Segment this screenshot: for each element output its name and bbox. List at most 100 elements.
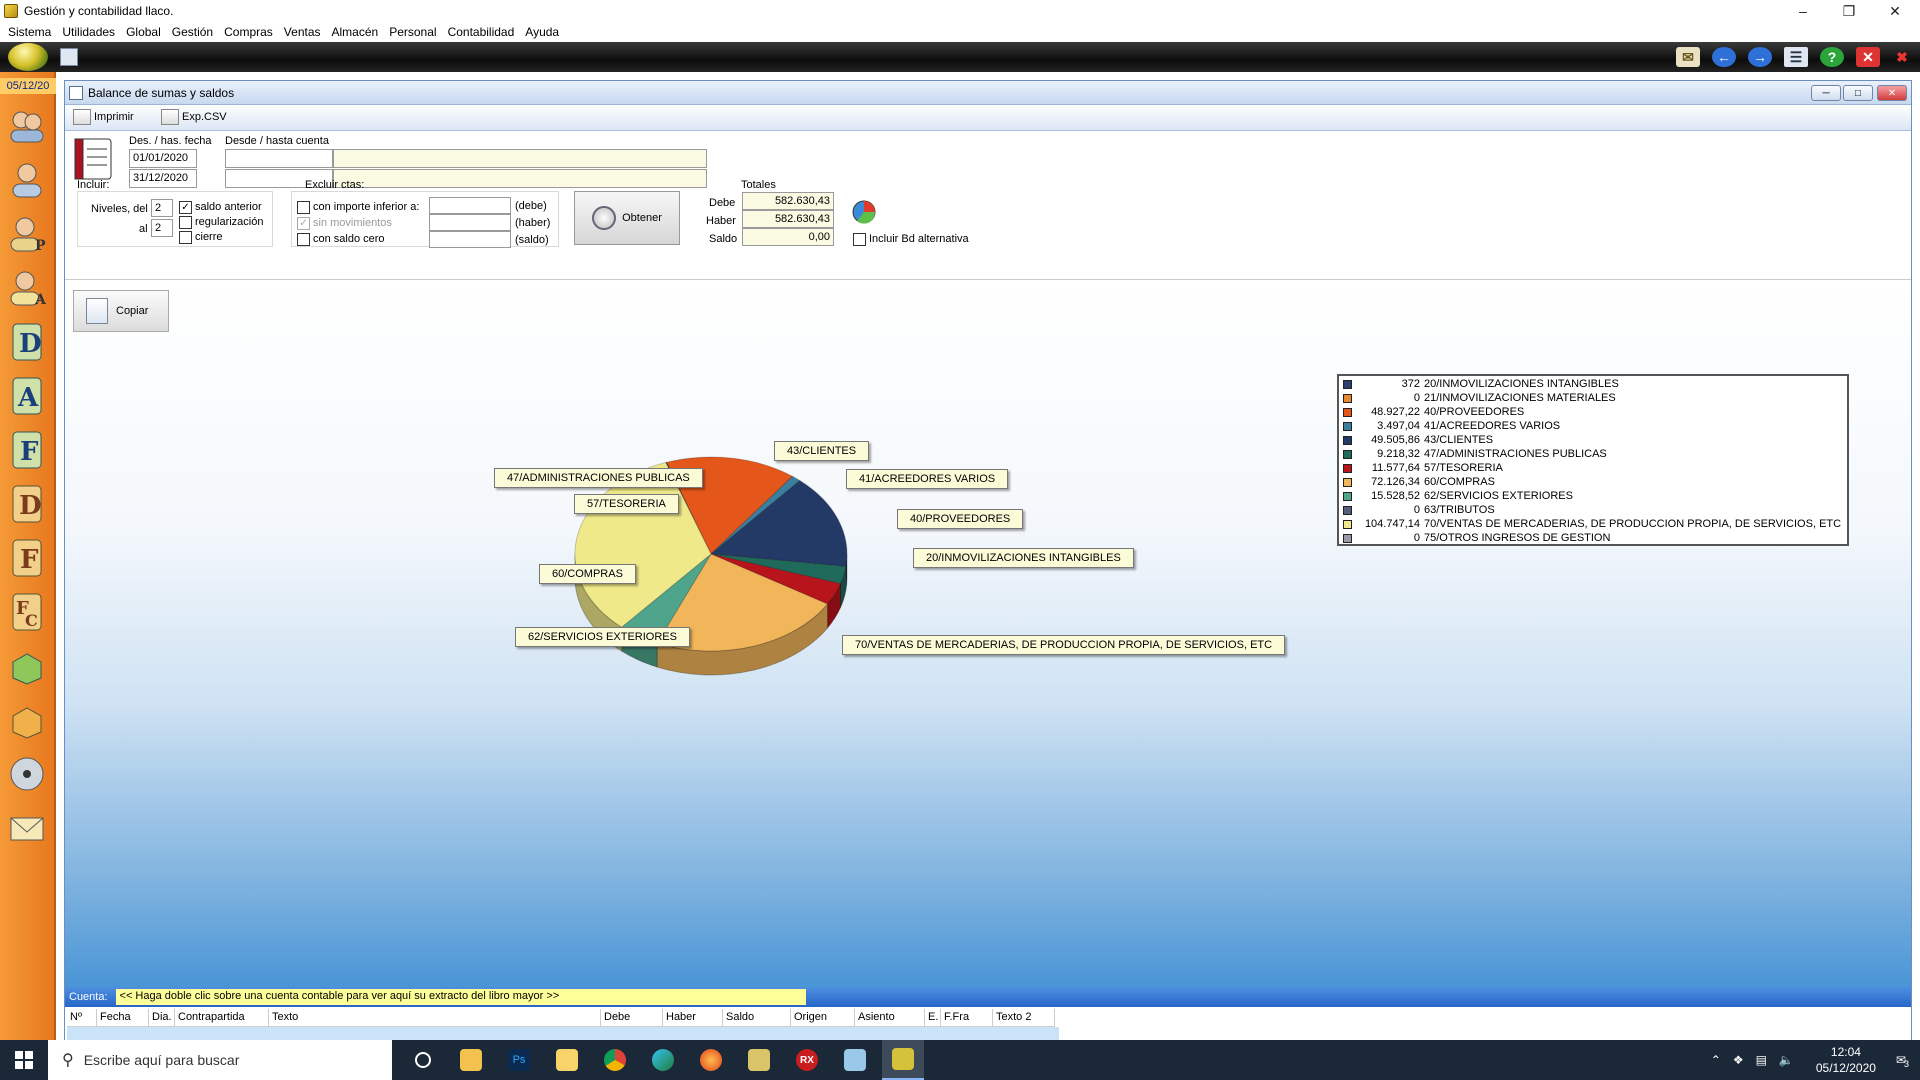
niveles-to-input[interactable]: 2 [151, 219, 173, 237]
letter-f-orange-icon[interactable]: F [6, 536, 48, 580]
disc-icon[interactable] [6, 752, 48, 796]
col-saldo[interactable]: Saldo [723, 1009, 791, 1027]
con-saldo-cero-checkbox[interactable] [297, 233, 310, 246]
regularizacion-checkbox[interactable] [179, 216, 192, 229]
export-label: Exp.CSV [182, 111, 227, 123]
rx-app-icon[interactable]: RX [786, 1040, 828, 1080]
pie-chart-icon[interactable] [851, 199, 877, 225]
dropbox-icon[interactable]: ❖ [1733, 1053, 1744, 1067]
niveles-from-input[interactable]: 2 [151, 199, 173, 217]
letter-f-icon[interactable]: F [6, 428, 48, 472]
menu-ayuda[interactable]: Ayuda [525, 25, 559, 39]
cierre-checkbox[interactable] [179, 231, 192, 244]
notifications-icon[interactable]: ✉ 3 [1896, 1053, 1909, 1069]
users-icon[interactable] [6, 104, 48, 148]
pie-label-5: 47/ADMINISTRACIONES PUBLICAS [494, 468, 703, 488]
folder-icon[interactable] [546, 1040, 588, 1080]
start-button[interactable] [0, 1040, 48, 1080]
incluir-bd-checkbox[interactable] [853, 233, 866, 246]
restore-button[interactable]: ❐ [1826, 0, 1872, 22]
col-origen[interactable]: Origen [791, 1009, 855, 1027]
tile-windows-icon[interactable]: ☰ [1784, 47, 1808, 67]
orange-box-icon[interactable] [6, 698, 48, 742]
tray-chevron-icon[interactable]: ⌃ [1711, 1053, 1721, 1067]
child-close-button[interactable]: ✕ [1877, 85, 1907, 101]
legend-label: 62/SERVICIOS EXTERIORES [1424, 490, 1573, 502]
legend-swatch [1343, 421, 1352, 431]
person-p-icon[interactable]: P [6, 212, 48, 256]
taskbar-search[interactable]: ⚲ Escribe aquí para buscar [48, 1040, 392, 1080]
chrome-icon[interactable] [594, 1040, 636, 1080]
file-explorer-icon[interactable] [450, 1040, 492, 1080]
menu-almacen[interactable]: Almacén [332, 25, 379, 39]
account-from-input[interactable] [225, 149, 333, 168]
col-numero[interactable]: Nº [67, 1009, 97, 1027]
letter-d-orange-icon[interactable]: D [6, 482, 48, 526]
clock[interactable]: 12:04 05/12/2020 [1816, 1044, 1876, 1076]
help-icon[interactable]: ? [1820, 47, 1844, 67]
mail-icon[interactable] [6, 806, 48, 850]
calculator-icon[interactable] [60, 48, 78, 66]
export-csv-button[interactable]: Exp.CSV [161, 109, 227, 125]
importe-saldo-input[interactable] [429, 231, 511, 248]
child-maximize-button[interactable]: □ [1843, 85, 1873, 101]
importe-haber-input[interactable] [429, 214, 511, 231]
col-texto[interactable]: Texto [269, 1009, 601, 1027]
network-icon[interactable]: ▤ [1756, 1053, 1767, 1067]
letter-d-icon[interactable]: D [6, 320, 48, 364]
legend-item: 3.497,04 41/ACREEDORES VARIOS [1343, 419, 1843, 433]
con-importe-checkbox[interactable] [297, 201, 310, 214]
cuenta-hint: << Haga doble clic sobre una cuenta cont… [115, 989, 806, 1005]
col-dia[interactable]: Dia. [149, 1009, 175, 1027]
col-debe[interactable]: Debe [601, 1009, 663, 1027]
minimize-button[interactable]: – [1780, 0, 1826, 22]
green-box-icon[interactable] [6, 644, 48, 688]
firefox-icon[interactable] [690, 1040, 732, 1080]
print-button[interactable]: Imprimir [73, 109, 134, 125]
gestion-app-icon[interactable] [882, 1040, 924, 1080]
person-icon[interactable] [6, 158, 48, 202]
col-texto2[interactable]: Texto 2 [993, 1009, 1055, 1027]
menu-global[interactable]: Global [126, 25, 161, 39]
menu-gestion[interactable]: Gestión [172, 25, 213, 39]
menu-utilidades[interactable]: Utilidades [62, 25, 115, 39]
task-view-icon[interactable] [402, 1040, 444, 1080]
close-window-icon[interactable]: ✕ [1856, 47, 1880, 67]
pie-label-7: 60/COMPRAS [539, 564, 636, 584]
app-pinned-icon[interactable] [738, 1040, 780, 1080]
notes-app-icon[interactable] [834, 1040, 876, 1080]
col-haber[interactable]: Haber [663, 1009, 723, 1027]
home-orb-icon[interactable] [8, 43, 48, 71]
menu-compras[interactable]: Compras [224, 25, 273, 39]
child-minimize-button[interactable]: ─ [1811, 85, 1841, 101]
edge-icon[interactable] [642, 1040, 684, 1080]
letter-a-icon[interactable]: A [6, 374, 48, 418]
back-arrow-icon[interactable]: ← [1712, 47, 1736, 67]
sin-movimientos-checkbox[interactable]: ✓ [297, 217, 310, 230]
date-to-input[interactable]: 31/12/2020 [129, 169, 197, 188]
debe-paren-label: (debe) [515, 200, 547, 212]
menu-personal[interactable]: Personal [389, 25, 436, 39]
close-button[interactable]: ✕ [1872, 0, 1918, 22]
col-contrapartida[interactable]: Contrapartida [175, 1009, 269, 1027]
menu-ventas[interactable]: Ventas [284, 25, 321, 39]
photoshop-icon[interactable]: Ps [498, 1040, 540, 1080]
forward-arrow-icon[interactable]: → [1748, 47, 1772, 67]
regularizacion-label: regularización [195, 216, 264, 228]
col-asiento[interactable]: Asiento [855, 1009, 925, 1027]
close-all-icon[interactable]: ✖ [1890, 47, 1914, 67]
menu-contabilidad[interactable]: Contabilidad [448, 25, 515, 39]
envelope-icon[interactable]: ✉ [1676, 47, 1700, 67]
legend-amount: 104.747,14 [1364, 518, 1420, 530]
letters-fc-icon[interactable]: FC [6, 590, 48, 634]
col-e[interactable]: E. [925, 1009, 941, 1027]
date-from-input[interactable]: 01/01/2020 [129, 149, 197, 168]
importe-debe-input[interactable] [429, 197, 511, 214]
obtener-button[interactable]: Obtener [574, 191, 680, 245]
col-ffra[interactable]: F.Fra [941, 1009, 993, 1027]
person-a-icon[interactable]: A [6, 266, 48, 310]
volume-icon[interactable]: 🔈 [1779, 1053, 1794, 1067]
col-fecha[interactable]: Fecha [97, 1009, 149, 1027]
menu-sistema[interactable]: Sistema [8, 25, 51, 39]
saldo-anterior-checkbox[interactable]: ✓ [179, 201, 192, 214]
